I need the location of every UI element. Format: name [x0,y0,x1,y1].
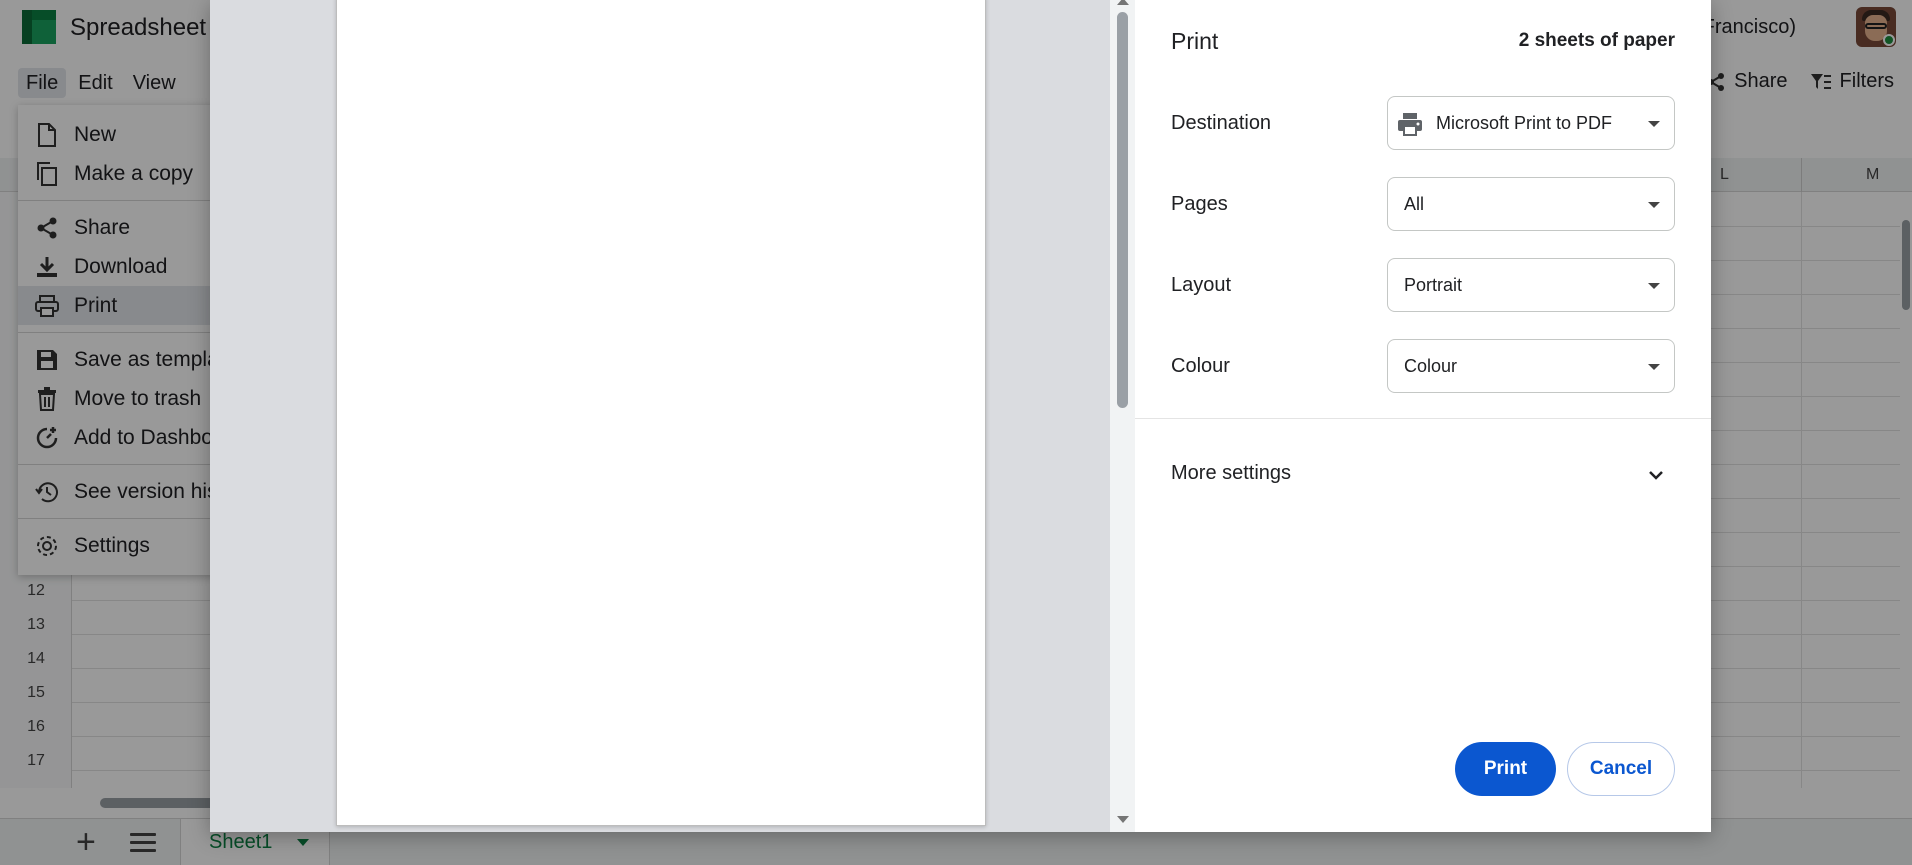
pages-select[interactable]: All [1387,177,1675,231]
print-button[interactable]: Print [1455,742,1556,796]
divider [1135,418,1711,419]
colour-select[interactable]: Colour [1387,339,1675,393]
pages-label: Pages [1171,193,1228,215]
destination-value: Microsoft Print to PDF [1436,113,1613,133]
chevron-down-icon [1648,283,1660,289]
print-preview-area [210,0,1110,832]
layout-label: Layout [1171,274,1232,296]
chevron-down-icon[interactable] [1647,466,1665,484]
preview-scrollbar[interactable] [1110,0,1135,832]
colour-value: Colour [1404,356,1458,376]
cancel-button[interactable]: Cancel [1567,742,1675,796]
scroll-down-icon[interactable] [1117,816,1129,823]
colour-label: Colour [1171,355,1230,377]
chevron-down-icon [1648,121,1660,127]
print-dialog: Print 2 sheets of paper Destination Micr… [210,0,1711,832]
chevron-down-icon [1648,364,1660,370]
chevron-down-icon [1648,202,1660,208]
preview-scroll-thumb[interactable] [1117,12,1128,408]
layout-select[interactable]: Portrait [1387,258,1675,312]
print-settings-panel: Print 2 sheets of paper Destination Micr… [1135,0,1711,832]
sheets-count: 2 sheets of paper [1518,30,1675,51]
destination-label: Destination [1171,112,1272,134]
print-preview-page [336,0,986,826]
destination-select[interactable]: Microsoft Print to PDF [1387,96,1675,150]
printer-icon [1398,113,1422,136]
more-settings-toggle[interactable]: More settings [1171,462,1291,485]
layout-value: Portrait [1404,275,1463,295]
scroll-up-icon[interactable] [1117,0,1129,5]
pages-value: All [1404,194,1425,214]
print-dialog-title: Print [1171,28,1219,54]
